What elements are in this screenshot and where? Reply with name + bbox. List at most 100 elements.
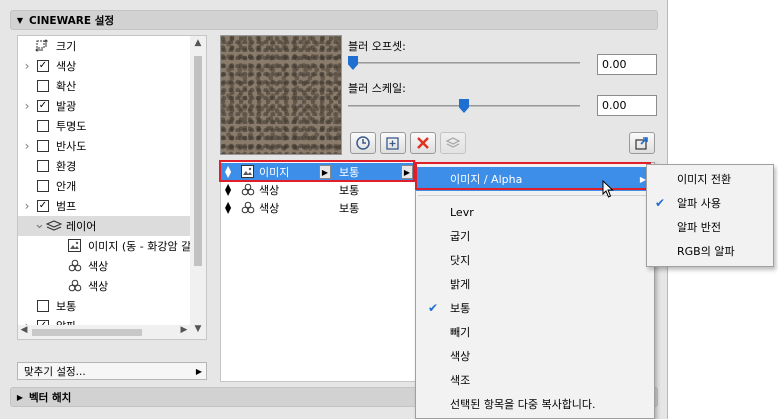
fit-settings-label: 맞추기 설정...	[24, 365, 86, 378]
tree-item[interactable]: › 반사도	[18, 136, 192, 156]
blur-scale-slider-knob[interactable]	[459, 99, 469, 113]
menu-item[interactable]: 굽기	[416, 224, 654, 248]
menu-item[interactable]: ✔ 보통	[416, 296, 654, 320]
layer-blend-mode[interactable]: 보통	[339, 200, 359, 216]
menu-separator	[418, 195, 652, 196]
reorder-arrows-icon[interactable]: ▲ ▼	[225, 183, 231, 197]
tree-item-label: 색상	[88, 260, 109, 273]
color-circles-icon	[68, 259, 82, 273]
delete-layer-button[interactable]	[410, 132, 436, 154]
tree-item-label: 크기	[56, 40, 77, 53]
add-layer-button[interactable]	[380, 132, 406, 154]
expander-chevron-icon[interactable]: ⌄	[34, 217, 45, 232]
collapse-triangle-icon[interactable]: ▼	[11, 16, 29, 25]
layer-options-button[interactable]	[440, 132, 466, 154]
tree-item[interactable]: › ✓ 범프	[18, 196, 192, 216]
hscroll-thumb[interactable]	[32, 329, 142, 336]
channel-checkbox[interactable]: ✓	[37, 60, 49, 72]
tree-horizontal-scrollbar[interactable]: ◀ ▶	[18, 325, 192, 339]
dropdown-arrow-icon: ▶	[195, 366, 202, 376]
layer-row[interactable]: ▲ ▼ 색상 보통	[221, 181, 415, 199]
tree-item[interactable]: 이미지 (동 - 화강암 갈색	[18, 236, 201, 256]
channel-checkbox[interactable]	[37, 120, 49, 132]
menu-item[interactable]: 색조	[416, 368, 654, 392]
layer-row[interactable]: ▲ ▼ 색상 보통	[221, 199, 415, 217]
channel-checkbox[interactable]	[37, 300, 49, 312]
menu-item-label: 닷지	[450, 254, 471, 267]
tree-item[interactable]: › ✓ 색상	[18, 56, 192, 76]
expander-chevron-icon[interactable]: ›	[22, 59, 32, 73]
submenu-item-label: 알파 사용	[677, 197, 721, 210]
blur-offset-slider[interactable]	[348, 56, 580, 70]
submenu-item[interactable]: 이미지 전환	[647, 167, 773, 191]
section-title-bottom: 벡터 해치	[29, 391, 72, 404]
scroll-thumb[interactable]	[194, 56, 202, 266]
channel-checkbox[interactable]: ✓	[37, 200, 49, 212]
add-shader-button[interactable]	[350, 132, 376, 154]
channel-tree[interactable]: 크기 › ✓ 색상 확산 › ✓ 발광 투명도 › 반사도 환경 안개 › ✓ 범프 ⌄ 레이어 이미지 (동 - …	[17, 35, 207, 340]
tree-item[interactable]: › ✓ 발광	[18, 96, 192, 116]
channel-checkbox[interactable]	[37, 140, 49, 152]
expander-chevron-icon[interactable]: ›	[22, 139, 32, 153]
channel-checkbox[interactable]	[37, 160, 49, 172]
blur-scale-field[interactable]: 0.00	[597, 95, 657, 116]
blur-offset-label: 블러 오프셋:	[348, 40, 406, 53]
scroll-right-icon[interactable]: ▶	[178, 325, 190, 339]
submenu-item-label: RGB의 알파	[677, 245, 735, 258]
channel-checkbox[interactable]	[37, 180, 49, 192]
menu-item[interactable]: 색상	[416, 344, 654, 368]
image-alpha-submenu[interactable]: 이미지 전환 ✔ 알파 사용 알파 반전 RGB의 알파	[646, 164, 774, 267]
shader-clock-icon	[356, 136, 370, 150]
menu-item[interactable]: 닷지	[416, 248, 654, 272]
channel-checkbox[interactable]	[37, 80, 49, 92]
expand-triangle-icon[interactable]: ▶	[11, 393, 29, 402]
tree-item[interactable]: 환경	[18, 156, 192, 176]
menu-item[interactable]: Levr	[416, 200, 654, 224]
size-icon	[35, 39, 49, 53]
expander-chevron-icon[interactable]: ›	[22, 199, 32, 213]
layers-stack-icon	[445, 137, 461, 148]
scroll-down-icon[interactable]: ▼	[190, 324, 206, 338]
submenu-item[interactable]: ✔ 알파 사용	[647, 191, 773, 215]
tree-item-label: 안개	[56, 180, 77, 193]
menu-item-label: 보통	[450, 302, 471, 315]
menu-item[interactable]: 밝게	[416, 272, 654, 296]
tree-item-label: 색상	[88, 280, 109, 293]
tree-item-label: 발광	[56, 100, 77, 113]
scroll-up-icon[interactable]: ▲	[190, 38, 206, 52]
expander-chevron-icon[interactable]: ›	[22, 99, 32, 113]
tree-item-label: 보통	[56, 300, 77, 313]
checkmark-icon: ✔	[427, 301, 439, 315]
blend-mode-context-menu[interactable]: 이미지 / Alpha ▶ Levr 굽기 닷지 밝게 ✔ 보통 빼기 색상 색조 선택된 항목을 다…	[415, 162, 655, 419]
tree-item[interactable]: 색상	[18, 276, 192, 296]
tree-item-label: 반사도	[56, 140, 87, 153]
layer-blend-mode[interactable]: 보통	[339, 182, 359, 198]
tree-item[interactable]: 안개	[18, 176, 192, 196]
tree-item[interactable]: 투명도	[18, 116, 192, 136]
fit-settings-dropdown[interactable]: 맞추기 설정... ▶	[17, 362, 207, 380]
menu-item[interactable]: 선택된 항목을 다중 복사합니다.	[416, 392, 654, 416]
tree-item[interactable]: 보통	[18, 296, 192, 316]
tree-item[interactable]: 크기	[18, 36, 192, 56]
export-button[interactable]	[629, 132, 655, 154]
blur-offset-slider-knob[interactable]	[348, 56, 358, 70]
tree-item-label: 환경	[56, 160, 77, 173]
blur-scale-slider[interactable]	[348, 99, 580, 113]
section-title: CINEWARE 설정	[29, 14, 115, 27]
reorder-arrows-icon[interactable]: ▲ ▼	[225, 201, 231, 215]
blur-offset-field[interactable]: 0.00	[597, 54, 657, 75]
tree-item[interactable]: ⌄ 레이어	[18, 216, 192, 236]
tree-item[interactable]: 확산	[18, 76, 192, 96]
layer-list[interactable]: ▲ ▼ 이미지 ▶ ▶ 보통 ▲ ▼ 색상 보통 ▲ ▼ 색상 보통	[220, 160, 416, 382]
channel-checkbox[interactable]: ✓	[37, 100, 49, 112]
submenu-item[interactable]: RGB의 알파	[647, 239, 773, 263]
tree-item[interactable]: 색상	[18, 256, 192, 276]
color-circles-icon	[68, 279, 82, 293]
highlight-frame-menu-item	[415, 162, 651, 190]
tree-item-label: 확산	[56, 80, 77, 93]
scroll-left-icon[interactable]: ◀	[18, 325, 30, 339]
cineware-section-header[interactable]: ▼ CINEWARE 설정	[10, 10, 658, 30]
menu-item[interactable]: 빼기	[416, 320, 654, 344]
submenu-item[interactable]: 알파 반전	[647, 215, 773, 239]
tree-vertical-scrollbar[interactable]: ▲ ▼	[190, 36, 206, 339]
